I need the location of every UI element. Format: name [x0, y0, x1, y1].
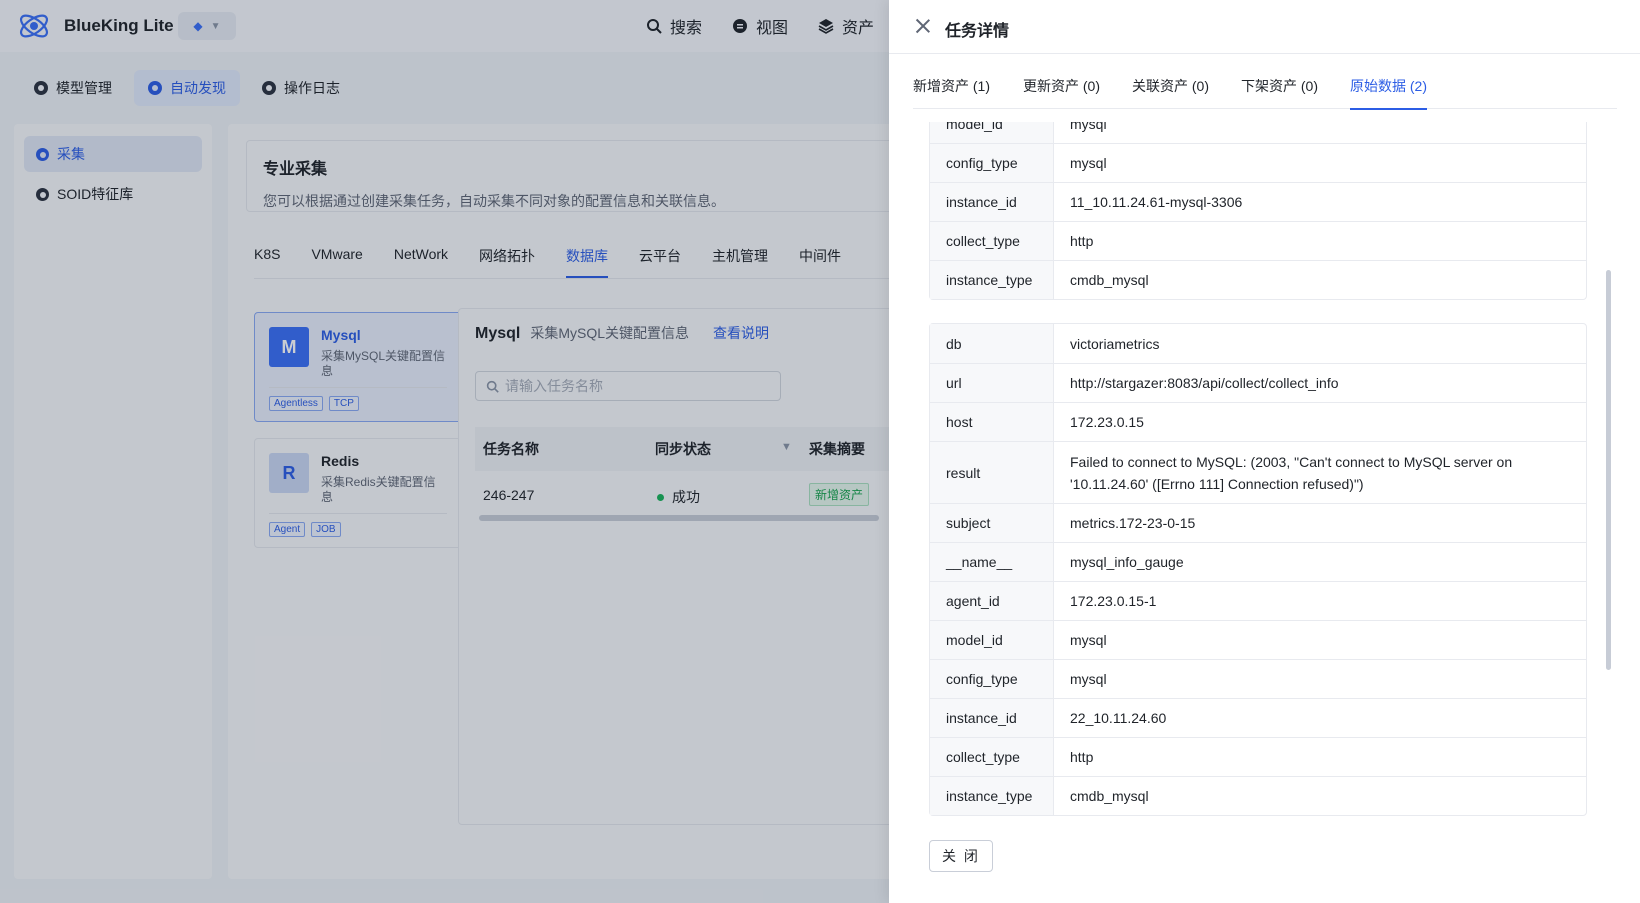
kv-key: __name__ — [930, 543, 1054, 581]
kv-row: db victoriametrics — [930, 324, 1586, 363]
raw-record-1: model_id mysql config_type mysql instance_… — [929, 122, 1587, 300]
kv-value: 22_10.11.24.60 — [1070, 710, 1167, 726]
close-icon[interactable] — [915, 18, 931, 34]
kv-value: mysql — [1070, 671, 1107, 687]
kv-row: collect_type http — [930, 221, 1586, 260]
kv-value: cmdb_mysql — [1070, 272, 1149, 288]
kv-key: collect_type — [930, 222, 1054, 260]
kv-key: config_type — [930, 144, 1054, 182]
kv-row: subject metrics.172-23-0-15 — [930, 503, 1586, 542]
kv-row: config_type mysql — [930, 659, 1586, 698]
kv-row: model_id mysql — [930, 620, 1586, 659]
kv-row: host 172.23.0.15 — [930, 402, 1586, 441]
kv-row: result Failed to connect to MySQL: (2003,… — [930, 441, 1586, 503]
kv-row: instance_id 22_10.11.24.60 — [930, 698, 1586, 737]
kv-row: collect_type http — [930, 737, 1586, 776]
kv-value: http — [1070, 233, 1094, 249]
kv-key: collect_type — [930, 738, 1054, 776]
kv-row: model_id mysql — [930, 122, 1586, 143]
tab-offline-assets[interactable]: 下架资产 (0) — [1241, 76, 1318, 108]
tab-updated-assets[interactable]: 更新资产 (0) — [1023, 76, 1100, 108]
kv-key: url — [930, 364, 1054, 402]
kv-key: model_id — [930, 122, 1054, 143]
kv-value: mysql — [1070, 155, 1107, 171]
tab-new-assets[interactable]: 新增资产 (1) — [913, 76, 990, 108]
kv-value: 172.23.0.15 — [1070, 414, 1144, 430]
kv-value: mysql — [1070, 632, 1107, 648]
drawer-header: 任务详情 — [889, 0, 1640, 54]
raw-data-scroll-area[interactable]: model_id mysql config_type mysql instance_… — [889, 122, 1640, 822]
kv-key: instance_id — [930, 699, 1054, 737]
kv-row: __name__ mysql_info_gauge — [930, 542, 1586, 581]
kv-value: metrics.172-23-0-15 — [1070, 515, 1196, 531]
kv-value: Failed to connect to MySQL: (2003, "Can'… — [1070, 453, 1513, 492]
kv-value: cmdb_mysql — [1070, 788, 1149, 804]
kv-value: http — [1070, 749, 1094, 765]
vertical-scrollbar[interactable] — [1606, 270, 1611, 670]
drawer-tabs: 新增资产 (1) 更新资产 (0) 关联资产 (0) 下架资产 (0) 原始数据… — [913, 54, 1617, 110]
kv-value: mysql — [1070, 122, 1107, 132]
kv-key: host — [930, 403, 1054, 441]
kv-value: victoriametrics — [1070, 335, 1160, 352]
kv-value: 11_10.11.24.61-mysql-3306 — [1070, 194, 1243, 210]
kv-row: instance_id 11_10.11.24.61-mysql-3306 — [930, 182, 1586, 221]
kv-key: model_id — [930, 621, 1054, 659]
kv-row: url http://stargazer:8083/api/collect/col… — [930, 363, 1586, 402]
kv-key: instance_type — [930, 777, 1054, 815]
kv-key: instance_id — [930, 183, 1054, 221]
tab-related-assets[interactable]: 关联资产 (0) — [1132, 76, 1209, 108]
tab-raw-data[interactable]: 原始数据 (2) — [1350, 76, 1427, 110]
kv-key: instance_type — [930, 261, 1054, 299]
close-button[interactable]: 关 闭 — [929, 840, 993, 872]
kv-value: http://stargazer:8083/api/collect/collec… — [1070, 375, 1339, 391]
task-detail-drawer: 任务详情 新增资产 (1) 更新资产 (0) 关联资产 (0) 下架资产 (0)… — [889, 0, 1640, 903]
kv-row: instance_type cmdb_mysql — [930, 260, 1586, 299]
kv-key: subject — [930, 504, 1054, 542]
kv-key: agent_id — [930, 582, 1054, 620]
kv-row: config_type mysql — [930, 143, 1586, 182]
kv-key: db — [930, 324, 1054, 363]
kv-value: mysql_info_gauge — [1070, 554, 1184, 570]
kv-value: 172.23.0.15-1 — [1070, 593, 1157, 609]
kv-key: config_type — [930, 660, 1054, 698]
kv-row: agent_id 172.23.0.15-1 — [930, 581, 1586, 620]
raw-record-2: db victoriametrics url http://stargazer:80… — [929, 323, 1587, 816]
drawer-title: 任务详情 — [945, 23, 1010, 40]
kv-key: result — [930, 442, 1054, 503]
kv-row: instance_type cmdb_mysql — [930, 776, 1586, 815]
